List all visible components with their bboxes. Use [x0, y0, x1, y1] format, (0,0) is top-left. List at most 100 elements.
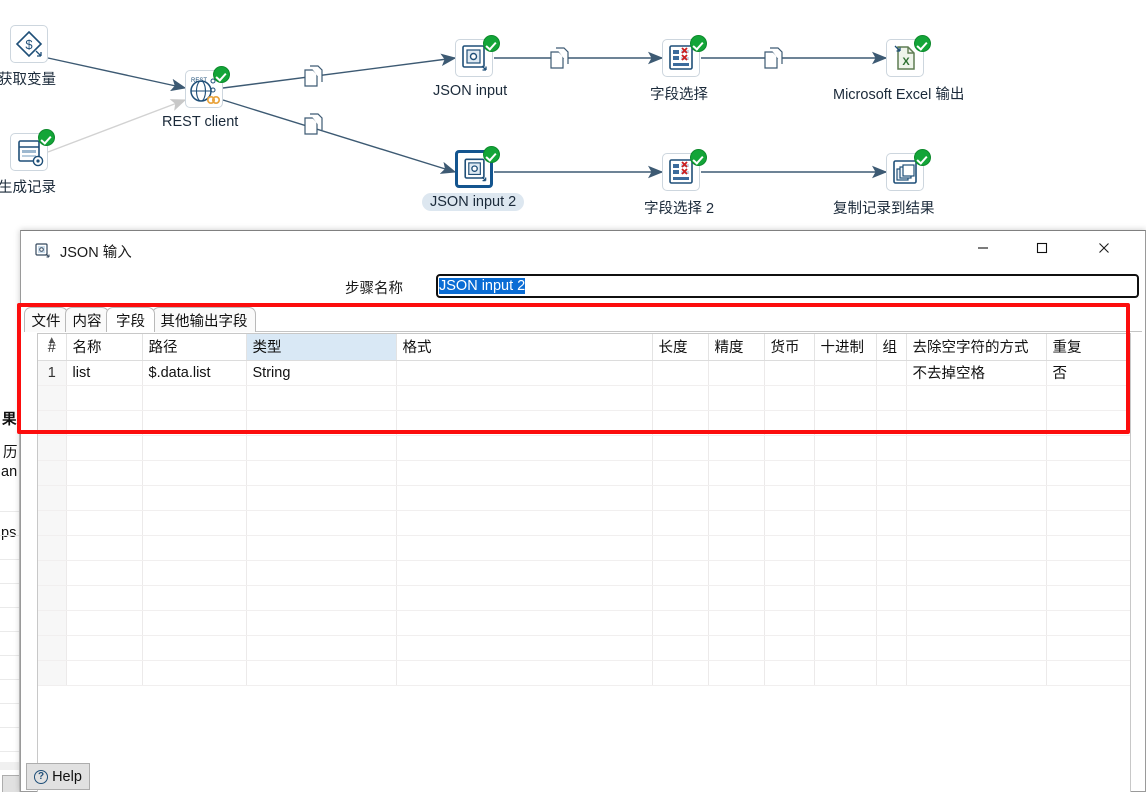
table-cell-empty[interactable] [764, 610, 815, 636]
table-cell-empty[interactable] [652, 410, 709, 436]
table-cell-empty[interactable] [66, 385, 143, 411]
table-cell-empty[interactable] [876, 560, 907, 586]
table-cell-empty[interactable] [38, 385, 67, 411]
table-cell-empty[interactable] [764, 385, 815, 411]
table-cell-empty[interactable] [66, 535, 143, 561]
table-cell-empty[interactable] [906, 535, 1047, 561]
table-cell-empty[interactable] [142, 535, 247, 561]
table-row-empty[interactable] [38, 460, 1130, 486]
table-cell-empty[interactable] [906, 510, 1047, 536]
table-cell-empty[interactable] [66, 435, 143, 461]
table-cell-empty[interactable] [396, 435, 653, 461]
table-cell-empty[interactable] [708, 610, 765, 636]
table-cell-empty[interactable] [906, 410, 1047, 436]
table-cell-empty[interactable] [142, 460, 247, 486]
table-cell-empty[interactable] [814, 660, 877, 686]
table-cell-format[interactable] [396, 360, 653, 386]
table-cell-empty[interactable] [814, 610, 877, 636]
table-cell-empty[interactable] [764, 510, 815, 536]
table-cell-empty[interactable] [396, 560, 653, 586]
table-cell-empty[interactable] [906, 585, 1047, 611]
table-cell-empty[interactable] [66, 510, 143, 536]
col-header-path[interactable]: 路径 [142, 334, 247, 361]
table-cell-empty[interactable] [142, 485, 247, 511]
table-cell-empty[interactable] [66, 485, 143, 511]
col-header-currency[interactable]: 货币 [764, 334, 815, 361]
table-cell-empty[interactable] [764, 585, 815, 611]
table-cell-empty[interactable] [876, 485, 907, 511]
table-cell-empty[interactable] [708, 460, 765, 486]
table-cell-empty[interactable] [142, 560, 247, 586]
table-cell-empty[interactable] [652, 660, 709, 686]
col-header-type[interactable]: 类型 [246, 334, 397, 361]
col-header-name[interactable]: 名称 [66, 334, 143, 361]
table-cell-empty[interactable] [708, 435, 765, 461]
table-cell-empty[interactable] [652, 460, 709, 486]
table-cell-empty[interactable] [396, 510, 653, 536]
table-row-empty[interactable] [38, 385, 1130, 411]
table-cell-empty[interactable] [876, 660, 907, 686]
table-cell-empty[interactable] [142, 385, 247, 411]
tab-fields[interactable]: 字段 [106, 307, 155, 332]
table-cell-empty[interactable] [246, 660, 397, 686]
table-cell-empty[interactable] [652, 385, 709, 411]
tab-file[interactable]: 文件 [24, 307, 68, 332]
table-cell-empty[interactable] [142, 610, 247, 636]
table-cell-empty[interactable] [142, 585, 247, 611]
table-cell-empty[interactable] [876, 410, 907, 436]
col-header-length[interactable]: 长度 [652, 334, 709, 361]
table-cell-precision[interactable] [708, 360, 765, 386]
table-cell-trim[interactable]: 不去掉空格 [906, 360, 1047, 386]
table-cell-empty[interactable] [876, 610, 907, 636]
table-cell-empty[interactable] [708, 585, 765, 611]
table-cell-empty[interactable] [38, 435, 67, 461]
table-cell-empty[interactable] [246, 410, 397, 436]
table-cell-empty[interactable] [66, 635, 143, 661]
table-row[interactable]: 1 list $.data.list String 不去掉空格否 [38, 360, 1130, 386]
table-cell-empty[interactable] [906, 435, 1047, 461]
table-cell-empty[interactable] [396, 535, 653, 561]
fields-table[interactable]: ▲ # 名称 路径 类型 格式 长度 精度 货币 十进制 组 去除空字符的方式 … [37, 333, 1131, 792]
table-cell-empty[interactable] [1046, 485, 1130, 511]
table-cell-empty[interactable] [66, 660, 143, 686]
table-cell-empty[interactable] [66, 560, 143, 586]
table-cell-empty[interactable] [876, 510, 907, 536]
col-header-format[interactable]: 格式 [396, 334, 653, 361]
close-button[interactable] [1081, 231, 1127, 264]
table-cell-type[interactable]: String [246, 360, 397, 386]
table-cell-empty[interactable] [246, 485, 397, 511]
table-cell-empty[interactable] [1046, 460, 1130, 486]
table-cell-empty[interactable] [814, 485, 877, 511]
table-cell-empty[interactable] [38, 660, 67, 686]
table-row-empty[interactable] [38, 660, 1130, 686]
table-cell-empty[interactable] [708, 510, 765, 536]
table-cell-empty[interactable] [652, 560, 709, 586]
col-header-decimal[interactable]: 十进制 [814, 334, 877, 361]
table-cell-empty[interactable] [1046, 535, 1130, 561]
table-cell-empty[interactable] [1046, 560, 1130, 586]
table-cell-empty[interactable] [1046, 610, 1130, 636]
table-cell-empty[interactable] [396, 385, 653, 411]
table-cell-empty[interactable] [38, 560, 67, 586]
table-cell-empty[interactable] [1046, 410, 1130, 436]
table-cell-empty[interactable] [1046, 435, 1130, 461]
table-cell-empty[interactable] [906, 610, 1047, 636]
table-cell-empty[interactable] [246, 435, 397, 461]
table-cell-empty[interactable] [652, 510, 709, 536]
table-cell-empty[interactable] [396, 410, 653, 436]
table-cell-empty[interactable] [906, 485, 1047, 511]
table-cell-empty[interactable] [142, 510, 247, 536]
step-name-input[interactable] [435, 273, 1140, 299]
table-cell-empty[interactable] [708, 485, 765, 511]
table-cell-empty[interactable] [38, 585, 67, 611]
col-header-num[interactable]: ▲ # [38, 334, 67, 361]
table-cell-empty[interactable] [814, 460, 877, 486]
bg-button-fragment[interactable] [2, 775, 19, 792]
table-cell-empty[interactable] [396, 460, 653, 486]
maximize-button[interactable] [1019, 231, 1065, 264]
tab-content[interactable]: 内容 [65, 307, 109, 332]
table-cell-empty[interactable] [708, 635, 765, 661]
table-cell-empty[interactable] [142, 410, 247, 436]
col-header-repeat[interactable]: 重复 [1046, 334, 1130, 361]
table-cell-empty[interactable] [708, 660, 765, 686]
